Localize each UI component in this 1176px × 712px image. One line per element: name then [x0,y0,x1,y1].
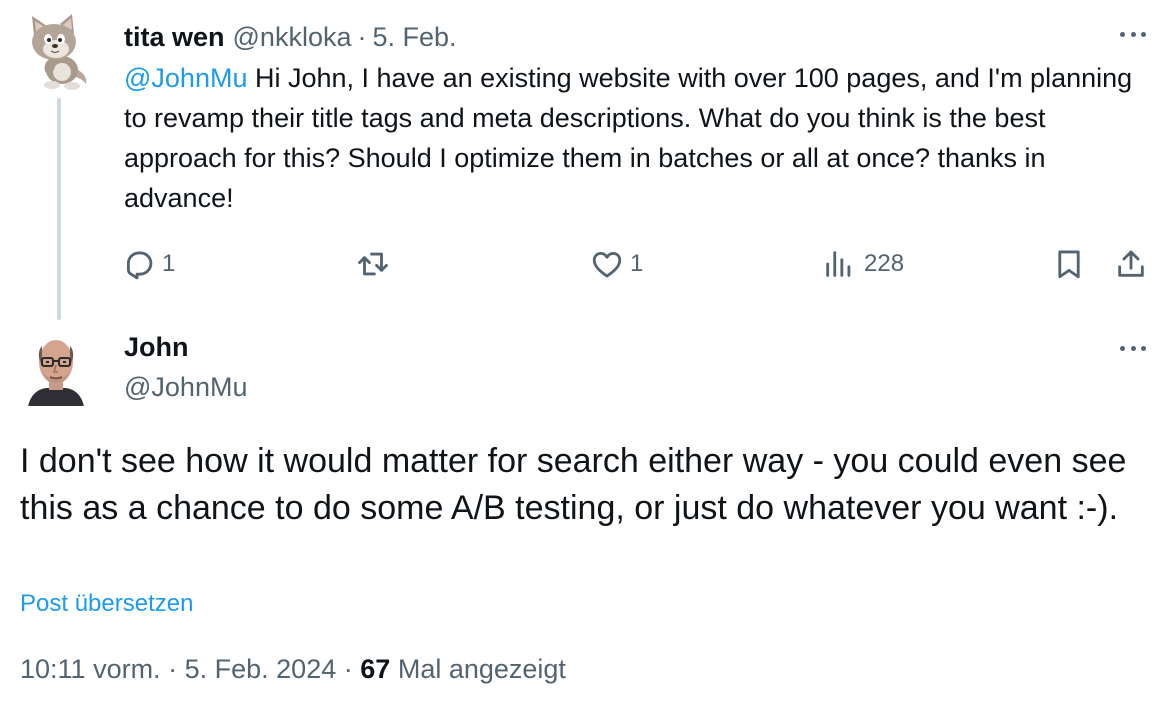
retweet-button[interactable] [356,244,396,284]
reply-tweet-text: I don't see how it would matter for sear… [20,442,1127,527]
reply-count: 1 [162,250,176,277]
tweet-text: @JohnMu Hi John, I have an existing webs… [124,58,1154,218]
views-count: 228 [864,250,905,277]
share-icon [1118,250,1144,277]
portrait-avatar-icon[interactable] [26,332,86,406]
cat-avatar-icon[interactable] [22,12,98,92]
views-button[interactable]: 228 [822,244,904,284]
like-button[interactable]: 1 [590,244,643,284]
tweet-text-content: Hi John, I have an existing website with… [124,63,1133,213]
reply-author-name[interactable]: John [124,332,189,363]
share-button[interactable] [1114,244,1148,284]
retweet-icon [358,252,388,276]
bar-chart-icon [826,251,851,277]
tweet-time[interactable]: 10:11 vorm. [20,654,161,684]
heart-icon [592,251,622,278]
thread-connector-line [57,98,61,320]
bookmark-icon [1058,250,1080,279]
reply-author-handle[interactable]: @JohnMu [124,372,247,403]
translate-post-link[interactable]: Post übersetzen [20,590,193,618]
more-options-icon[interactable] [1116,24,1150,44]
views-label: Mal angezeigt [397,654,566,684]
header-separator: · [357,21,367,52]
author-name[interactable]: tita wen [124,22,225,53]
tweet-header: tita wen @nkkloka · 5. Feb. [124,20,457,54]
meta-separator: · [168,654,178,684]
mention-link[interactable]: @JohnMu [124,63,247,93]
reply-more-options-icon[interactable] [1116,338,1150,358]
bookmark-button[interactable] [1052,244,1086,284]
original-tweet[interactable]: tita wen @nkkloka · 5. Feb. @JohnMu Hi J… [0,0,1176,330]
reply-button[interactable]: 1 [122,244,175,284]
tweet-meta-line: 10:11 vorm. · 5. Feb. 2024 · 67 Mal ange… [20,654,566,685]
author-handle[interactable]: @nkkloka [233,22,352,53]
tweet-date[interactable]: 5. Feb. [372,22,456,53]
reply-icon [126,251,153,280]
tweet-actions-bar: 1 1 228 [122,244,1152,284]
reply-views-count: 67 [360,654,391,684]
tweet-full-date[interactable]: 5. Feb. 2024 [185,654,337,684]
like-count: 1 [630,250,644,277]
meta-separator-2: · [343,654,353,684]
